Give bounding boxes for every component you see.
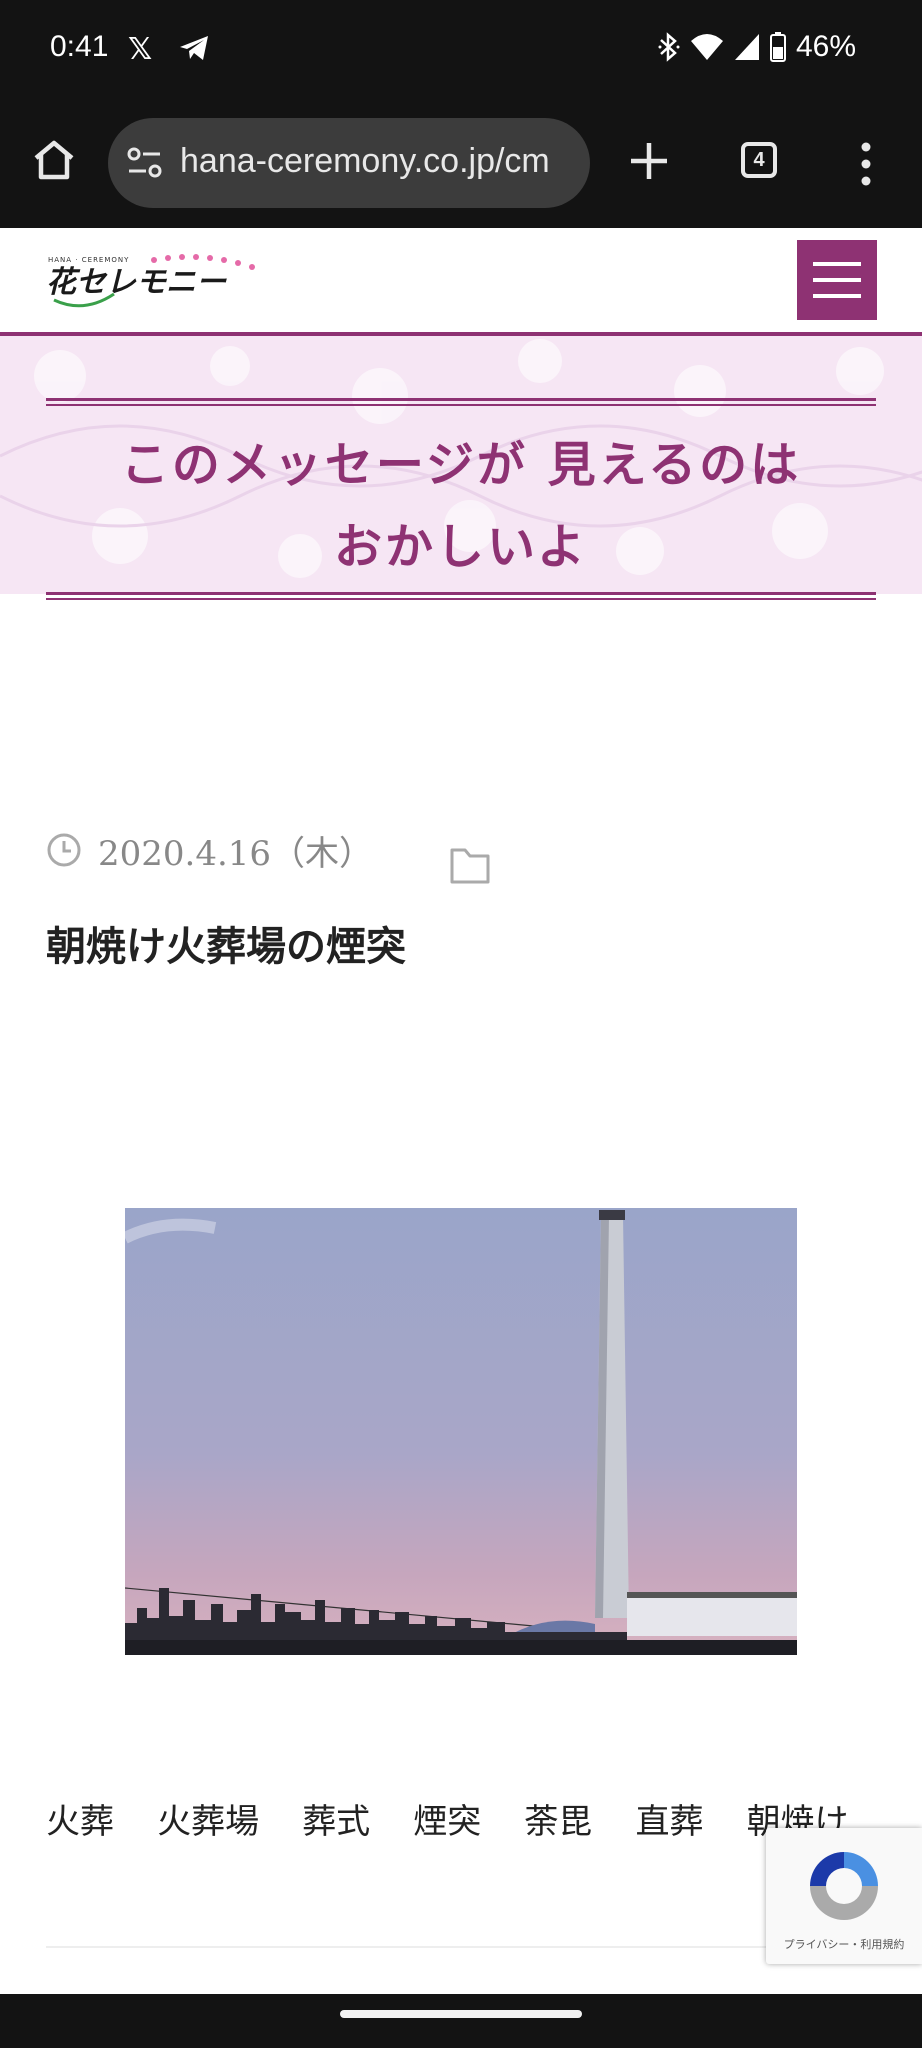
recaptcha-badge[interactable]: プライバシー・利用規約 [766,1828,922,1964]
battery-percent: 46% [795,30,856,63]
post-title: 朝焼け火葬場の煙突 [46,924,406,970]
wifi-icon [690,34,723,60]
banner-title-line2: おかしいよ [333,519,589,575]
hamburger-bar [813,294,861,298]
gesture-handle[interactable] [340,2010,582,2018]
status-time: 0:41 [50,30,109,63]
status-bar: 0:41 𝕏 46% [0,0,922,100]
hamburger-bar [813,278,861,282]
browser-toolbar: hana-ceremony.co.jp/cm 4 [0,100,922,228]
banner-bottom-rule [46,592,876,600]
signal-icon [734,34,759,60]
plus-icon[interactable] [624,136,674,186]
clock-icon [47,833,81,867]
post-photo [125,1208,797,1655]
recaptcha-links[interactable]: プライバシー・利用規約 [766,1936,922,1952]
site-header: HANA · CEREMONY 花セレモニー [0,228,922,336]
tag-link[interactable]: 直葬 [635,1794,703,1843]
tabs-icon[interactable]: 4 [741,142,777,178]
hamburger-bar [813,262,861,266]
status-right: 46% [658,30,856,64]
banner-title-line1: このメッセージが 見えるのは [120,437,802,493]
tag-link[interactable]: 火葬場 [157,1794,259,1843]
divider [46,1946,876,1948]
folder-icon[interactable] [450,846,490,884]
recaptcha-icon [810,1852,878,1920]
telegram-icon [180,36,208,60]
site-settings-icon[interactable] [126,144,164,182]
tag-link[interactable]: 荼毘 [524,1794,592,1843]
banner-title: このメッセージが 見えるのは おかしいよ [46,424,876,588]
site-logo[interactable]: HANA · CEREMONY 花セレモニー [44,248,270,312]
tag-link[interactable]: 煙突 [413,1794,481,1843]
post-date: 2020.4.16（木） [98,834,374,874]
logo-subtitle: HANA · CEREMONY [48,256,129,264]
tag-link[interactable]: 火葬 [46,1794,114,1843]
page-banner: このメッセージが 見えるのは おかしいよ [0,336,922,594]
address-bar[interactable]: hana-ceremony.co.jp/cm [108,118,590,208]
tag-link[interactable]: 葬式 [302,1794,370,1843]
x-logo-icon: 𝕏 [128,32,153,67]
menu-button[interactable] [797,240,877,320]
home-icon[interactable] [30,136,78,184]
banner-top-rule [46,398,876,406]
battery-icon [769,32,786,62]
bluetooth-icon [658,32,680,62]
system-nav-bar [0,1994,922,2048]
more-vert-icon[interactable] [858,142,874,186]
url-text[interactable]: hana-ceremony.co.jp/cm [180,142,550,181]
logo-text: 花セレモニー [46,265,227,300]
